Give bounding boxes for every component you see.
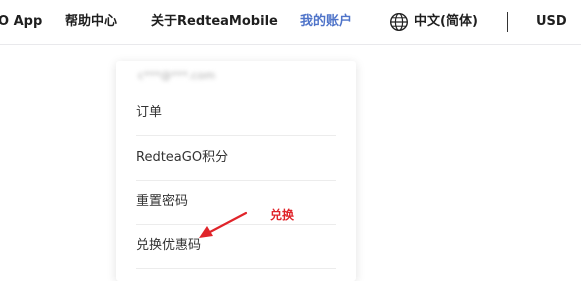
currency-selector[interactable]: USD bbox=[536, 13, 567, 31]
menu-item-label: RedteaGO积分 bbox=[136, 150, 229, 165]
nav-divider bbox=[507, 12, 508, 32]
top-navigation-bar: O App 帮助中心 关于RedteaMobile 我的账户 中文(简体) US… bbox=[0, 0, 581, 45]
menu-item-orders[interactable]: 订单 bbox=[136, 91, 336, 136]
red-arrow-icon bbox=[199, 211, 248, 238]
nav-help-center[interactable]: 帮助中心 bbox=[65, 13, 117, 31]
annotation-label: 兑换 bbox=[270, 208, 295, 222]
language-label: 中文(简体) bbox=[414, 14, 478, 29]
menu-item-label: 兑换优惠码 bbox=[136, 238, 202, 253]
nav-app-link[interactable]: O App bbox=[0, 13, 42, 31]
menu-item-label: 重置密码 bbox=[136, 194, 189, 209]
account-dropdown-menu: c***@***.com 订单 RedteaGO积分 重置密码 兑换优惠码 bbox=[116, 61, 356, 281]
nav-about[interactable]: 关于RedteaMobile bbox=[151, 13, 278, 31]
nav-my-account[interactable]: 我的账户 bbox=[300, 13, 352, 31]
menu-item-label: 订单 bbox=[136, 105, 163, 120]
globe-icon bbox=[389, 12, 409, 32]
menu-item-points[interactable]: RedteaGO积分 bbox=[136, 136, 336, 181]
account-email: c***@***.com bbox=[138, 69, 216, 82]
